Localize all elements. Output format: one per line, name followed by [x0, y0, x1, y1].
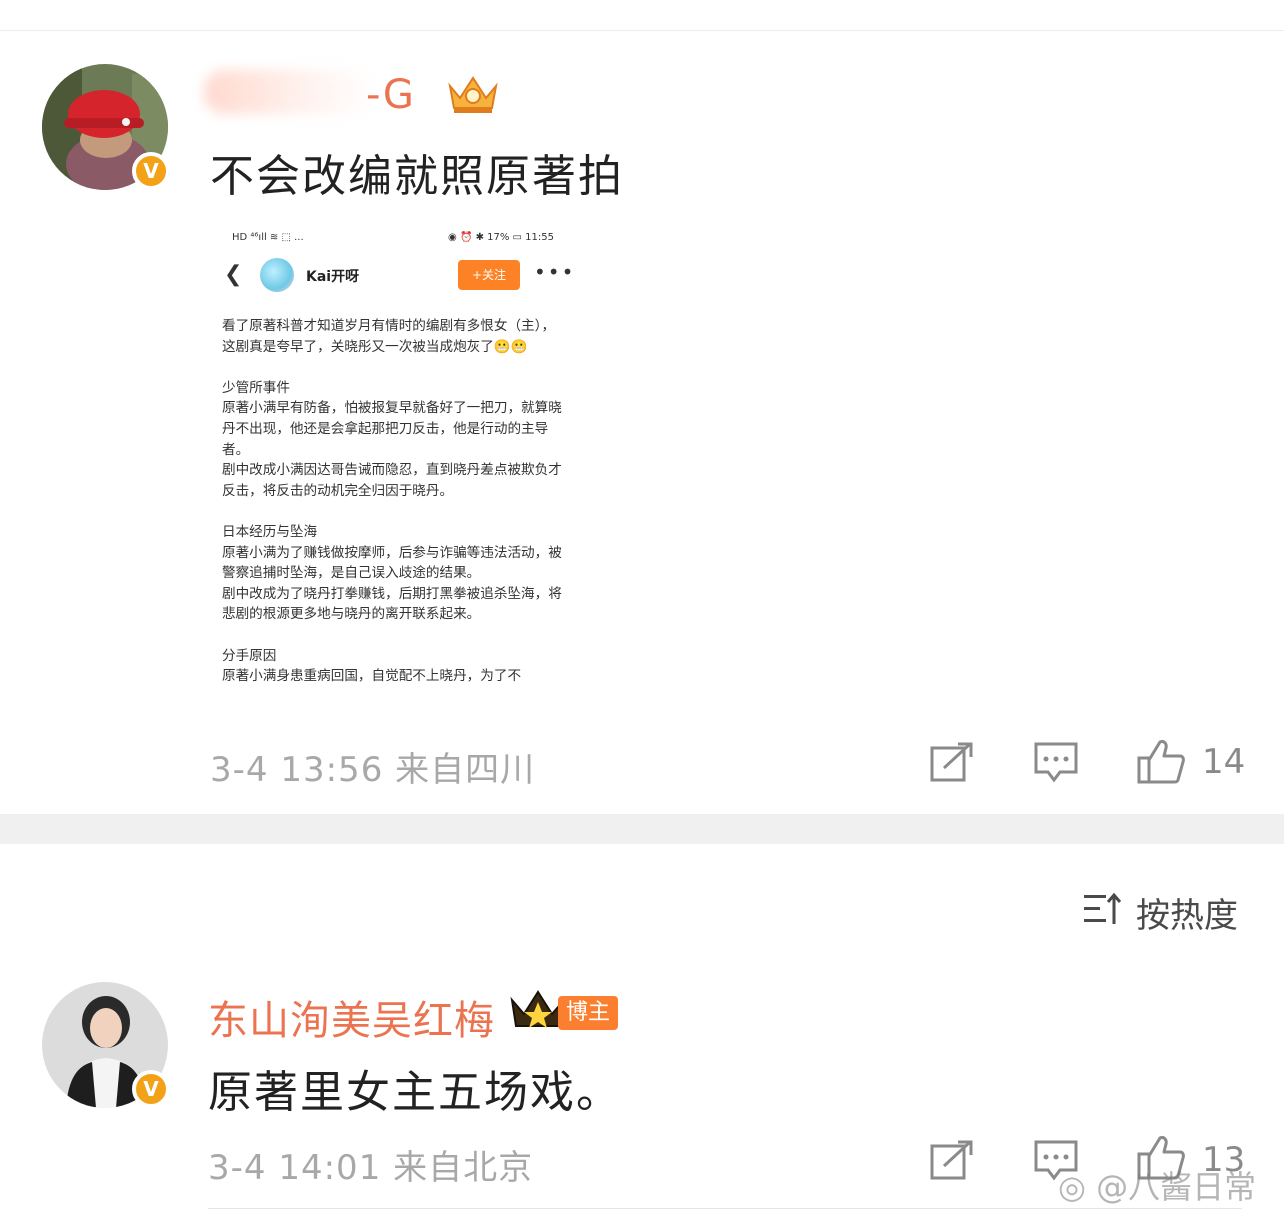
sort-icon [1084, 892, 1122, 924]
comment-text: 不会改编就照原著拍 [210, 151, 624, 202]
repost-icon[interactable] [930, 1140, 974, 1180]
section-separator [0, 814, 1284, 844]
blogger-avatar[interactable]: V [42, 982, 170, 1108]
paragraph: 日本经历与坠海 [222, 523, 318, 540]
commenter-name[interactable]: -G [366, 72, 415, 118]
top-divider [0, 30, 1284, 31]
watermark: ◎ @八酱日常 [1058, 1162, 1256, 1208]
verified-badge-icon: V [132, 1070, 170, 1108]
username-redaction [204, 70, 374, 114]
paragraph: 剧中改成小满因达哥告诫而隐忍，直到晓丹差点被欺负才反击，将反击的动机完全归因于晓… [222, 462, 562, 499]
paragraph: 原著小满身患重病回国，自觉配不上晓丹，为了不 [222, 668, 522, 685]
comment-icon[interactable] [1034, 742, 1078, 784]
back-arrow-icon: ❮ [224, 262, 243, 287]
comment-time: 3-4 13:56 [210, 750, 384, 790]
more-icon: ••• [534, 260, 576, 284]
kai-avatar [260, 258, 294, 292]
paragraph: 少管所事件 [222, 379, 290, 396]
sort-label: 按热度 [1136, 896, 1238, 936]
paragraph: 看了原著科普才知道岁月有情时的编剧有多恨女（主），这剧真是夸早了，关晓彤又一次被… [222, 318, 556, 355]
follow-button: +关注 [458, 260, 520, 290]
weibo-logo-icon: ◎ [1058, 1168, 1086, 1206]
blogger-name[interactable]: 东山洵美吴红梅 [208, 988, 495, 1046]
comment-location: 来自北京 [393, 1148, 534, 1188]
like-count: 14 [1202, 742, 1246, 782]
like-thumb-icon[interactable] [1136, 738, 1186, 786]
paragraph: 原著小满早有防备，怕被报复早就备好了一把刀，就算晓丹不出现，他还是会拿起那把刀反… [222, 400, 562, 458]
phone-status-bar: HD ⁴⁶ıll ≋ ⬚ ... ◉ ⏰ ✱ 17% ▭ 11:55 [232, 232, 554, 243]
comment-location: 来自四川 [395, 750, 536, 790]
comment-time: 3-4 14:01 [208, 1148, 382, 1188]
crown-badge-icon [448, 76, 498, 113]
comment-meta: 3-4 13:56 来自四川 [210, 742, 535, 791]
watermark-text: @八酱日常 [1096, 1168, 1257, 1206]
bottom-divider [208, 1208, 1242, 1209]
paragraph: 剧中改成为了晓丹打拳赚钱，后期打黑拳被追杀坠海，将悲剧的根源更多地与晓丹的离开联… [222, 585, 562, 623]
commenter-avatar[interactable]: V [42, 64, 170, 190]
paragraph: 分手原因 [222, 647, 277, 664]
status-right: ◉ ⏰ ✱ 17% ▭ 11:55 [448, 232, 554, 243]
status-left: HD ⁴⁶ıll ≋ ⬚ ... [232, 232, 304, 243]
repost-icon[interactable] [930, 742, 974, 782]
paragraph: 原著小满为了赚钱做按摩师，后参与诈骗等违法活动，被警察追捕时坠海，是自己误入歧途… [222, 544, 562, 582]
comment-image[interactable]: HD ⁴⁶ıll ≋ ⬚ ... ◉ ⏰ ✱ 17% ▭ 11:55 ❮ Kai… [210, 222, 576, 712]
verified-badge-icon: V [132, 152, 170, 190]
comment-meta: 3-4 14:01 来自北京 [208, 1140, 533, 1189]
screenshot-body: 看了原著科普才知道岁月有情时的编剧有多恨女（主），这剧真是夸早了，关晓彤又一次被… [222, 316, 562, 687]
blogger-tag: 博主 [558, 996, 619, 1030]
account-name: Kai开呀 [306, 269, 360, 285]
comment-text: 原著里女主五场戏。 [208, 1067, 622, 1118]
